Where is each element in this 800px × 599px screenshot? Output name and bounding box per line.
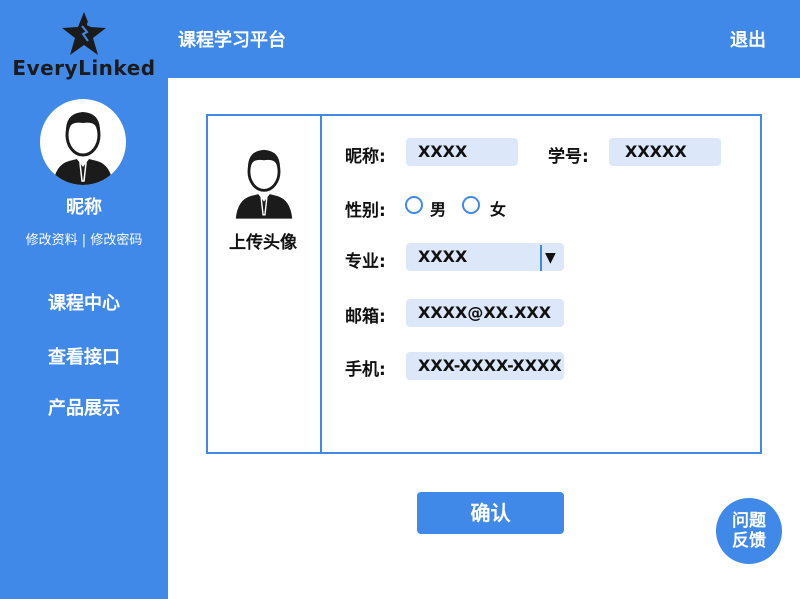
logo-text: EveryLinked bbox=[12, 56, 156, 80]
change-password-link[interactable]: 修改密码 bbox=[90, 233, 142, 248]
gender-male-label: 男 bbox=[430, 200, 447, 219]
sidebar-item-product-showcase[interactable]: 产品展示 bbox=[0, 394, 168, 420]
major-label: 专业: bbox=[345, 252, 386, 272]
upload-avatar-icon[interactable] bbox=[232, 141, 296, 219]
star-logo-icon bbox=[62, 12, 106, 55]
feedback-line1: 问题 bbox=[732, 511, 766, 531]
student-id-label: 学号: bbox=[548, 147, 589, 167]
sidebar-item-view-api[interactable]: 查看接口 bbox=[0, 343, 168, 369]
select-separator bbox=[540, 245, 542, 271]
sidebar-nickname: 昵称 bbox=[66, 197, 102, 218]
upload-avatar-label[interactable]: 上传头像 bbox=[206, 228, 320, 253]
gender-label: 性别: bbox=[345, 201, 386, 221]
nickname-label: 昵称: bbox=[345, 147, 386, 167]
avatar[interactable] bbox=[40, 99, 126, 185]
email-label: 邮箱: bbox=[345, 307, 386, 327]
phone-label: 手机: bbox=[345, 360, 386, 380]
feedback-button[interactable]: 问题 反馈 bbox=[716, 498, 782, 564]
gender-female-radio[interactable] bbox=[462, 196, 480, 214]
nickname-field[interactable]: XXXX bbox=[406, 138, 518, 166]
chevron-down-icon[interactable]: ▼ bbox=[545, 245, 561, 271]
gender-female-label: 女 bbox=[490, 200, 507, 219]
gender-male-radio[interactable] bbox=[405, 196, 423, 214]
link-separator: | bbox=[81, 233, 87, 248]
confirm-button[interactable]: 确认 bbox=[417, 492, 564, 534]
user-avatar-icon bbox=[53, 112, 113, 185]
email-field[interactable]: XXXX@XX.XXX bbox=[406, 299, 564, 327]
sidebar-item-course-center[interactable]: 课程中心 bbox=[0, 289, 168, 315]
panel-divider bbox=[320, 116, 322, 452]
edit-profile-link[interactable]: 修改资料 bbox=[26, 233, 78, 248]
phone-field[interactable]: XXX-XXXX-XXXX bbox=[406, 352, 564, 380]
feedback-line2: 反馈 bbox=[732, 531, 766, 551]
app-title: 课程学习平台 bbox=[178, 30, 286, 51]
profile-links: 修改资料 | 修改密码 bbox=[0, 229, 168, 248]
logout-button[interactable]: 退出 bbox=[730, 26, 766, 52]
student-id-field[interactable]: XXXXX bbox=[609, 138, 721, 166]
